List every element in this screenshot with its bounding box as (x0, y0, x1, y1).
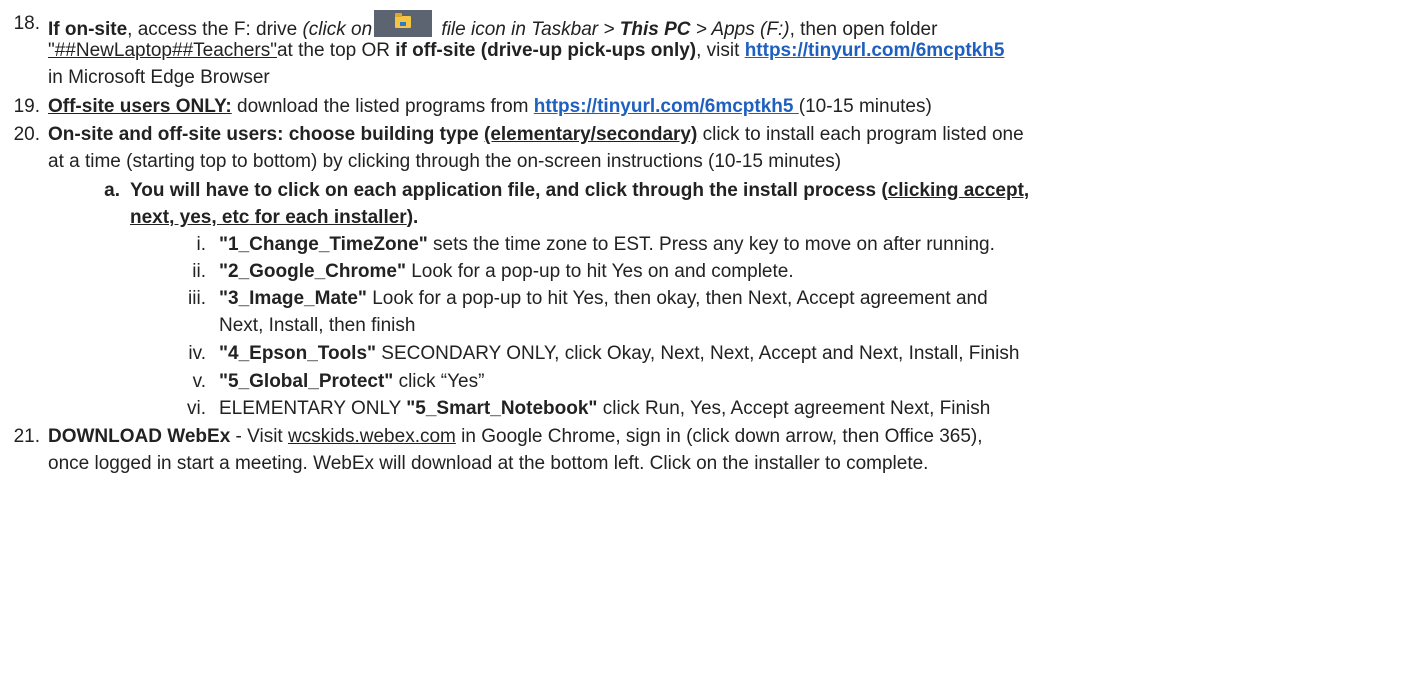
step-21-number: 21. (13, 426, 40, 447)
sub-item-iii-line-2: Next, Install, then finish (219, 315, 416, 336)
step-18-off-site-label: if off-site (drive-up pick-ups only) (395, 40, 697, 61)
program-instructions: Look for a pop-up to hit Yes on and comp… (405, 261, 794, 282)
step-18-line-3: in Microsoft Edge Browser (48, 67, 270, 88)
program-prefix: ELEMENTARY ONLY (219, 398, 407, 419)
program-instructions: click “Yes” (393, 371, 485, 392)
sub-item-number: i. (196, 234, 207, 255)
sub-item-number: ii. (192, 261, 206, 282)
step-20-number: 20. (13, 124, 40, 145)
program-name: "3_Image_Mate" (219, 288, 367, 309)
step-18-line-2: "##NewLaptop##Teachers"at the top OR if … (48, 37, 1004, 64)
step-18-number: 18. (13, 13, 40, 34)
sub-item-number: vi. (187, 398, 206, 419)
step-19-duration: (10-15 minutes) (798, 96, 932, 117)
program-name: "1_Change_TimeZone" (219, 234, 428, 255)
step-21-webex-link[interactable]: wcskids.webex.com (288, 426, 456, 447)
file-explorer-icon (374, 10, 433, 37)
step-20a-each-installer: for each installer (249, 207, 407, 228)
step-19-number: 19. (13, 96, 40, 117)
step-19-line-1: Off-site users ONLY: download the listed… (48, 93, 932, 120)
step-20-line-2: at a time (starting top to bottom) by cl… (48, 151, 842, 172)
program-name: "4_Epson_Tools" (219, 343, 377, 364)
step-19-text: download the listed programs from (231, 96, 534, 117)
program-name: "2_Google_Chrome" (219, 261, 406, 282)
program-name: "5_Global_Protect" (219, 371, 394, 392)
step-20a-text: You will have to click on each applicati… (130, 180, 888, 201)
sub-item-number: iv. (188, 343, 206, 364)
step-18-folder-name: "##NewLaptop##Teachers" (48, 40, 277, 61)
step-20a-next-yes: next, yes, etc (130, 207, 250, 228)
program-instructions: click Run, Yes, Accept agreement Next, F… (597, 398, 991, 419)
sub-item-iii: "3_Image_Mate" Look for a pop-up to hit … (219, 285, 988, 312)
program-name: "5_Smart_Notebook" (406, 398, 598, 419)
step-20a-close: ). (406, 207, 419, 228)
step-20a-letter: a. (104, 180, 120, 201)
step-19-off-site-label: Off-site users ONLY: (48, 96, 232, 117)
step-20-building-type: (elementary/secondary) (484, 124, 698, 145)
sub-item-number: iii. (188, 288, 206, 309)
step-21-line-1: DOWNLOAD WebEx - Visit wcskids.webex.com… (48, 423, 983, 450)
program-instructions: sets the time zone to EST. Press any key… (427, 234, 995, 255)
step-20-heading: On-site and off-site users: choose build… (48, 124, 484, 145)
program-instructions: SECONDARY ONLY, click Okay, Next, Next, … (376, 343, 1020, 364)
step-21-visit: - Visit (230, 426, 288, 447)
step-21-text: in Google Chrome, sign in (click down ar… (455, 426, 983, 447)
sub-item-iv: "4_Epson_Tools" SECONDARY ONLY, click Ok… (219, 340, 1019, 367)
step-19-tinyurl-link[interactable]: https://tinyurl.com/6mcptkh5 (534, 96, 799, 117)
step-20-text: click to install each program listed one (697, 124, 1024, 145)
instruction-document: 18. If on-site, access the F: drive (cli… (0, 0, 1412, 683)
sub-item-ii: "2_Google_Chrome" Look for a pop-up to h… (219, 258, 794, 285)
step-20-line-1: On-site and off-site users: choose build… (48, 121, 1024, 148)
step-18-at-top: at the top OR (276, 40, 396, 61)
step-21-line-2: once logged in start a meeting. WebEx wi… (48, 453, 929, 474)
step-20a-line-1: You will have to click on each applicati… (130, 177, 1029, 204)
sub-item-number: v. (192, 371, 206, 392)
step-18-tinyurl-link[interactable]: https://tinyurl.com/6mcptkh5 (745, 40, 1005, 61)
sub-item-vi: ELEMENTARY ONLY "5_Smart_Notebook" click… (219, 395, 990, 422)
sub-item-i: "1_Change_TimeZone" sets the time zone t… (219, 231, 995, 258)
program-instructions: Look for a pop-up to hit Yes, then okay,… (366, 288, 988, 309)
sub-item-v: "5_Global_Protect" click “Yes” (219, 368, 484, 395)
step-18-visit: , visit (696, 40, 745, 61)
step-21-heading: DOWNLOAD WebEx (48, 426, 231, 447)
step-20a-line-2: next, yes, etc for each installer). (130, 204, 418, 231)
step-20a-clicking-accept: clicking accept, (887, 180, 1030, 201)
